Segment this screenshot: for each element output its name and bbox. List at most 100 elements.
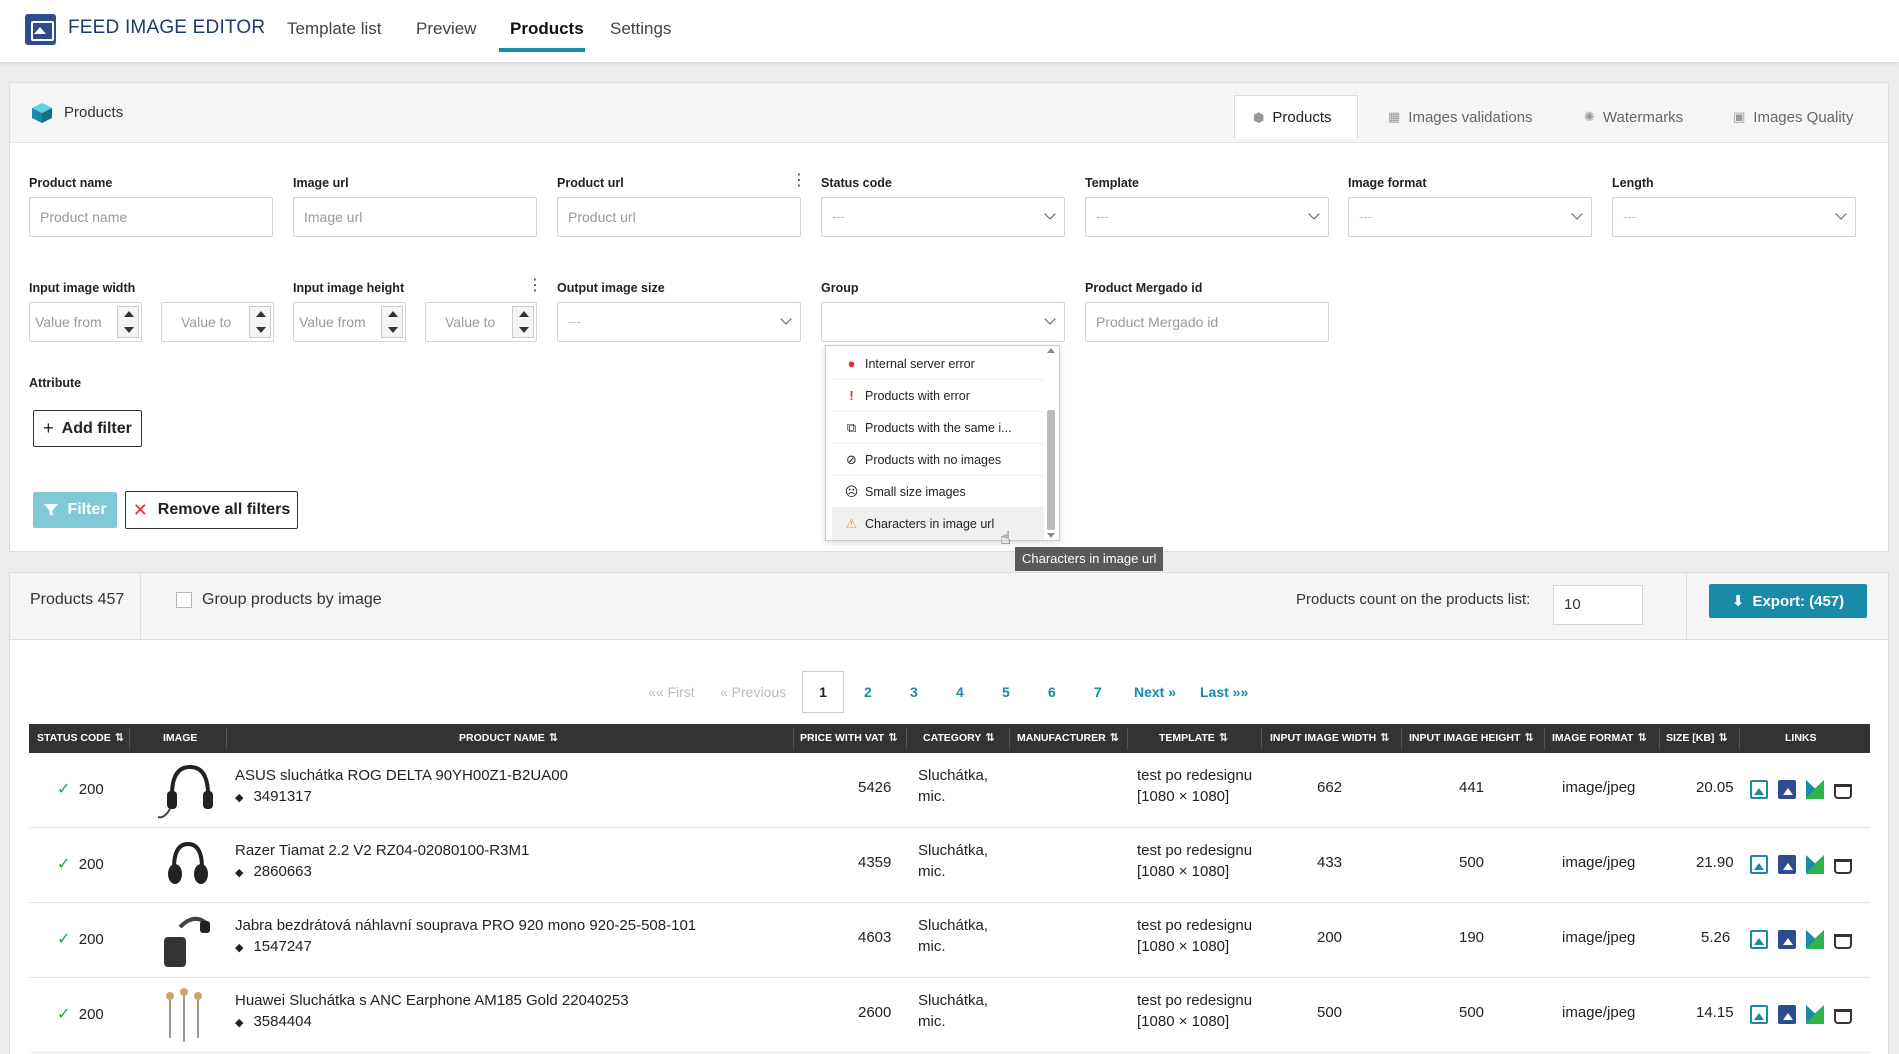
mergado-id-input[interactable] — [1085, 302, 1329, 342]
sort-icon[interactable]: ⇅ — [115, 732, 124, 744]
output-image-link-icon[interactable] — [1778, 780, 1796, 799]
headphones-thumbnail[interactable] — [154, 757, 220, 823]
output-image-link-icon[interactable] — [1778, 855, 1796, 874]
spinner-arrows-icon[interactable] — [381, 306, 403, 338]
column-product-name[interactable]: Product name ⇅ — [459, 724, 558, 753]
spinner-arrows-icon[interactable] — [512, 306, 534, 338]
pagination-page-current[interactable]: 1 — [802, 671, 844, 713]
headphones-thumbnail[interactable] — [154, 832, 220, 898]
column-template[interactable]: Template ⇅ — [1159, 724, 1228, 753]
panel-tab-images-quality[interactable]: ▣ Images Quality — [1715, 95, 1871, 139]
scroll-up-icon[interactable] — [1047, 348, 1055, 353]
panel-tab-products[interactable]: ⬢ Products — [1234, 95, 1358, 139]
pagination-page-4[interactable]: 4 — [956, 684, 964, 700]
sort-icon[interactable]: ⇅ — [1380, 732, 1389, 744]
sort-icon[interactable]: ⇅ — [1219, 732, 1228, 744]
output-image-link-icon[interactable] — [1778, 930, 1796, 949]
dropdown-item-no-images[interactable]: ⊘ Products with no images — [832, 444, 1044, 476]
earphones-thumbnail[interactable] — [154, 982, 220, 1048]
image-link-icon[interactable] — [1750, 1005, 1768, 1024]
product-url-input[interactable] — [557, 197, 801, 237]
more-options-icon[interactable]: ⋮ — [527, 278, 543, 294]
group-by-image-checkbox[interactable] — [176, 592, 192, 608]
pagination-next[interactable]: Next » — [1134, 684, 1176, 700]
headset-thumbnail[interactable] — [154, 907, 220, 973]
column-price[interactable]: Price with VAT ⇅ — [800, 724, 897, 753]
image-link-icon[interactable] — [1750, 930, 1768, 949]
mergado-link-icon[interactable] — [1806, 780, 1824, 799]
image-link-icon[interactable] — [1750, 780, 1768, 799]
product-name[interactable]: Jabra bezdrátová náhlavní souprava PRO 9… — [235, 917, 696, 934]
product-name[interactable]: Razer Tiamat 2.2 V2 RZ04-02080100-R3M1 — [235, 842, 529, 859]
column-input-height[interactable]: Input image height ⇅ — [1409, 724, 1534, 753]
column-image-format[interactable]: Image format ⇅ — [1552, 724, 1647, 753]
spinner-arrows-icon[interactable] — [249, 306, 271, 338]
shop-basket-icon[interactable] — [1834, 1009, 1852, 1024]
pagination-page-3[interactable]: 3 — [910, 684, 918, 700]
column-input-width[interactable]: Input image width ⇅ — [1270, 724, 1389, 753]
nav-tab-products[interactable]: Products — [510, 19, 584, 39]
pagination-page-5[interactable]: 5 — [1002, 684, 1010, 700]
column-size[interactable]: Size [KB] ⇅ — [1666, 724, 1728, 753]
product-name-input[interactable] — [29, 197, 273, 237]
dropdown-scrollbar[interactable] — [1045, 348, 1057, 538]
scroll-thumb[interactable] — [1047, 410, 1055, 530]
mergado-link-icon[interactable] — [1806, 930, 1824, 949]
dropdown-item-internal-server-error[interactable]: ● Internal server error — [832, 348, 1044, 380]
dropdown-item-same-image[interactable]: ⧉ Products with the same i... — [832, 412, 1044, 444]
price: 5426 — [858, 779, 892, 796]
shop-basket-icon[interactable] — [1834, 859, 1852, 874]
status-code-select[interactable]: --- — [821, 197, 1065, 237]
input-height-from[interactable]: Value from — [293, 302, 406, 342]
dropdown-item-small-size-images[interactable]: ☹ Small size images — [832, 476, 1044, 508]
image-format-select[interactable]: --- — [1348, 197, 1592, 237]
sort-icon[interactable]: ⇅ — [1110, 732, 1119, 744]
image-link-icon[interactable] — [1750, 855, 1768, 874]
remove-all-filters-button[interactable]: ✕ Remove all filters — [125, 491, 298, 529]
pagination-last[interactable]: Last »» — [1200, 684, 1248, 700]
filter-button[interactable]: Filter — [33, 492, 117, 528]
sort-icon[interactable]: ⇅ — [1524, 732, 1533, 744]
panel-tab-images-validations[interactable]: ▦ Images validations — [1370, 95, 1551, 139]
nav-tab-template-list[interactable]: Template list — [287, 19, 381, 39]
products-count-input[interactable]: 10 — [1553, 585, 1643, 625]
length-select[interactable]: --- — [1612, 197, 1856, 237]
product-name[interactable]: Huawei Sluchátka s ANC Earphone AM185 Go… — [235, 992, 629, 1009]
template-select[interactable]: --- — [1085, 197, 1329, 237]
output-image-link-icon[interactable] — [1778, 1005, 1796, 1024]
sort-icon[interactable]: ⇅ — [549, 732, 558, 744]
pagination-page-2[interactable]: 2 — [864, 684, 872, 700]
column-manufacturer[interactable]: Manufacturer ⇅ — [1017, 724, 1119, 753]
shop-basket-icon[interactable] — [1834, 934, 1852, 949]
spinner-arrows-icon[interactable] — [117, 306, 139, 338]
image-url-input[interactable] — [293, 197, 537, 237]
group-by-image-label[interactable]: Group products by image — [202, 591, 382, 609]
sort-icon[interactable]: ⇅ — [985, 732, 994, 744]
add-filter-button[interactable]: + Add filter — [33, 410, 142, 447]
more-options-icon[interactable]: ⋮ — [791, 173, 807, 189]
scroll-down-icon[interactable] — [1047, 533, 1055, 538]
nav-tab-settings[interactable]: Settings — [610, 19, 671, 39]
panel-tab-watermarks[interactable]: ✺ Watermarks — [1566, 95, 1701, 139]
mergado-link-icon[interactable] — [1806, 1005, 1824, 1024]
mergado-link-icon[interactable] — [1806, 855, 1824, 874]
dropdown-item-characters-in-url[interactable]: ⚠ Characters in image url — [832, 508, 1044, 540]
column-status-code[interactable]: Status code ⇅ — [37, 724, 124, 753]
dropdown-item-products-with-error[interactable]: ! Products with error — [832, 380, 1044, 412]
input-width-to[interactable]: Value to — [161, 302, 274, 342]
column-category[interactable]: Category ⇅ — [923, 724, 995, 753]
shop-basket-icon[interactable] — [1834, 784, 1852, 799]
group-select[interactable] — [821, 302, 1065, 342]
sort-icon[interactable]: ⇅ — [1637, 732, 1646, 744]
output-size-select[interactable]: --- — [557, 302, 801, 342]
pagination-page-7[interactable]: 7 — [1094, 684, 1102, 700]
input-width-from[interactable]: Value from — [29, 302, 142, 342]
input-height-to[interactable]: Value to — [425, 302, 537, 342]
group-dropdown-list[interactable]: ● Internal server error ! Products with … — [825, 345, 1060, 541]
nav-tab-preview[interactable]: Preview — [416, 19, 476, 39]
pagination-page-6[interactable]: 6 — [1048, 684, 1056, 700]
sort-icon[interactable]: ⇅ — [1718, 732, 1727, 744]
export-button[interactable]: ⬇ Export: (457) — [1709, 584, 1867, 618]
sort-icon[interactable]: ⇅ — [888, 732, 897, 744]
product-name[interactable]: ASUS sluchátka ROG DELTA 90YH00Z1-B2UA00 — [235, 767, 568, 784]
